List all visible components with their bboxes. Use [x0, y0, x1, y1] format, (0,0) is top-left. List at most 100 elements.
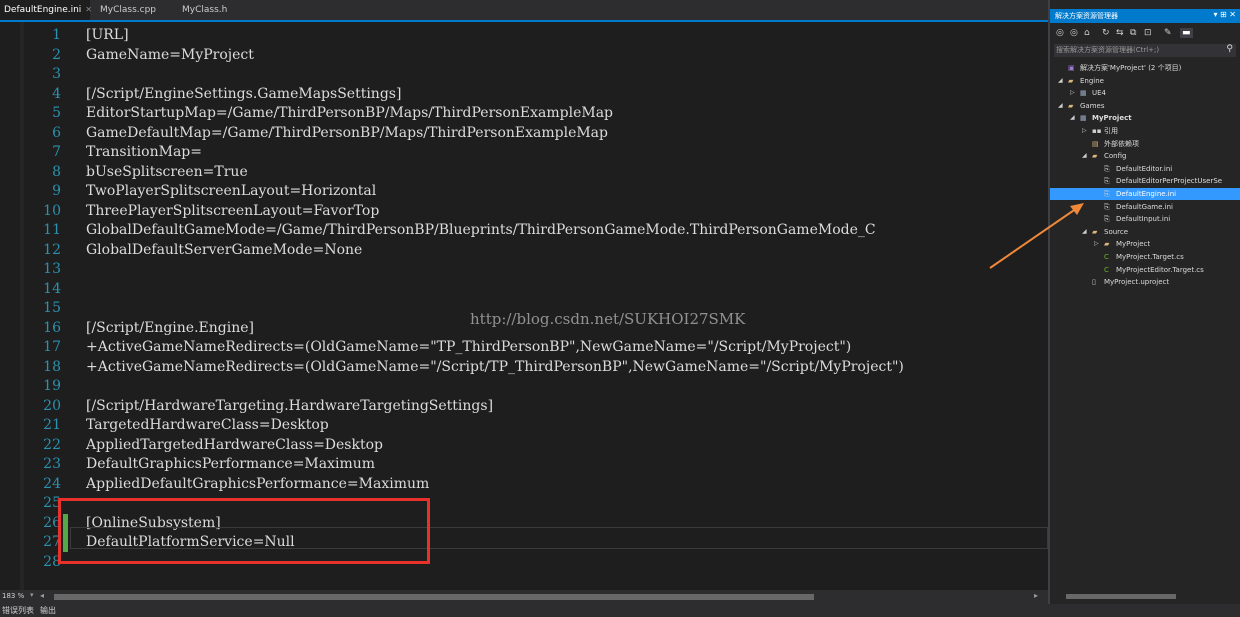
code-line[interactable]: 19	[0, 377, 1048, 396]
code-line[interactable]: 24 AppliedDefaultGraphicsPerformance=Maxi…	[0, 475, 1048, 494]
solution-search-input[interactable]: 搜索解决方案资源管理器(Ctrl+;) ⚲	[1054, 44, 1236, 57]
tree-item[interactable]: ◢ ▰ Engine	[1050, 75, 1240, 87]
collapse-icon[interactable]: ◢	[1058, 75, 1066, 87]
pin-icon[interactable]: ▬	[1180, 28, 1193, 38]
tab-error-list[interactable]: 错误列表	[2, 605, 34, 616]
code-line[interactable]: 17 +ActiveGameNameRedirects=(OldGameName=…	[0, 338, 1048, 357]
code-line[interactable]: 21 TargetedHardwareClass=Desktop	[0, 416, 1048, 435]
scroll-left-icon[interactable]: ◂	[40, 591, 44, 600]
code-line[interactable]: 20 [/Script/HardwareTargeting.HardwareTar…	[0, 397, 1048, 416]
line-number: 6	[52, 124, 61, 141]
tree-item[interactable]: ◢ ▰ Games	[1050, 100, 1240, 112]
code-line[interactable]: 5 EditorStartupMap=/Game/ThirdPersonBP/Ma…	[0, 104, 1048, 123]
tree-item-label: MyProjectEditor.Target.cs	[1116, 265, 1204, 274]
code-line[interactable]: 10 ThreePlayerSplitscreenLayout=FavorTop	[0, 202, 1048, 221]
collapse-icon[interactable]: ◢	[1082, 150, 1090, 162]
code-line[interactable]: 12 GlobalDefaultServerGameMode=None	[0, 241, 1048, 260]
line-number: 22	[43, 436, 61, 453]
zoom-dropdown-icon[interactable]: ▾	[30, 591, 34, 599]
tab-close-icon[interactable]: ✕	[85, 5, 92, 14]
code-line[interactable]: 28	[0, 553, 1048, 572]
line-text: GlobalDefaultServerGameMode=None	[86, 241, 363, 258]
tree-item-label: MyProject	[1092, 114, 1132, 123]
collapse-icon[interactable]: ◢	[1058, 100, 1066, 112]
code-line[interactable]: 11 GlobalDefaultGameMode=/Game/ThirdPerso…	[0, 221, 1048, 240]
code-line[interactable]: 25	[0, 494, 1048, 513]
tree-item[interactable]: ◢ ▰ Config	[1050, 150, 1240, 162]
code-line[interactable]: 22 AppliedTargetedHardwareClass=Desktop	[0, 436, 1048, 455]
tree-item[interactable]: ▷ ▪▪ 引用	[1050, 125, 1240, 137]
show-all-files-icon[interactable]: ⊡	[1144, 28, 1152, 38]
code-line[interactable]: 8 bUseSplitscreen=True	[0, 163, 1048, 182]
expand-icon[interactable]: ▷	[1082, 125, 1090, 137]
annotation-arrow-icon	[989, 203, 1084, 269]
solution-icon: ▣	[1068, 64, 1075, 72]
editor-horizontal-scrollbar[interactable]: 183 % ▾ ◂ ▸	[0, 590, 1048, 604]
tab-output[interactable]: 输出	[40, 605, 56, 616]
code-line[interactable]: 23 DefaultGraphicsPerformance=Maximum	[0, 455, 1048, 474]
code-line[interactable]: 14	[0, 280, 1048, 299]
back-icon[interactable]: ◎	[1056, 28, 1064, 38]
forward-icon[interactable]: ◎	[1070, 28, 1078, 38]
search-icon[interactable]: ⚲	[1226, 44, 1233, 54]
code-editor[interactable]: 1 [URL] 2 GameName=MyProject 3 4 [/Script/Engi…	[0, 22, 1048, 590]
line-text: TransitionMap=	[86, 144, 202, 160]
code-line[interactable]: 4 [/Script/EngineSettings.GameMapsSetting…	[0, 85, 1048, 104]
tree-item[interactable]: ▣ 解决方案'MyProject' (2 个项目)	[1050, 62, 1240, 74]
line-number: 27	[43, 534, 61, 550]
tree-item[interactable]: ⎘ DefaultEditorPerProjectUserSe	[1050, 175, 1240, 187]
tree-item[interactable]: ▷ ▦ UE4	[1050, 87, 1240, 99]
tree-item-label: Engine	[1080, 76, 1104, 85]
tree-item[interactable]: ▯ MyProject.uproject	[1050, 276, 1240, 288]
scrollbar-thumb[interactable]	[1066, 594, 1176, 599]
tree-item[interactable]: ◢ ▦ MyProject	[1050, 112, 1240, 124]
code-line[interactable]: 13	[0, 260, 1048, 279]
zoom-level[interactable]: 183 %	[2, 592, 24, 600]
line-number: 7	[52, 144, 61, 160]
tree-item-label: Source	[1104, 227, 1129, 236]
tree-item-label: DefaultInput.ini	[1116, 215, 1171, 224]
tab-default-engine-ini[interactable]: DefaultEngine.ini ✕	[0, 0, 92, 20]
line-number: 23	[43, 456, 61, 472]
solution-explorer-panel: 解决方案资源管理器 ▾ ⊞ ✕ ◎ ◎ ⌂ ↻ ⇆ ⧉ ⊡ ✎ ▬ 搜索解决方案…	[1048, 0, 1240, 604]
solution-explorer-title-bar: 解决方案资源管理器 ▾ ⊞ ✕	[1050, 9, 1240, 23]
line-number: 28	[43, 553, 61, 570]
sync-icon[interactable]: ⇆	[1116, 28, 1124, 38]
code-line[interactable]: 1 [URL]	[0, 26, 1048, 45]
line-number: 16	[43, 319, 61, 336]
tree-item[interactable]: ⎘ DefaultEditor.ini	[1050, 163, 1240, 175]
tab-label: MyClass.h	[182, 5, 228, 15]
home-icon[interactable]: ⌂	[1084, 28, 1090, 38]
pending-changes-icon[interactable]: ↻	[1102, 28, 1110, 38]
tree-item-label: MyProject.uproject	[1104, 278, 1170, 287]
code-line[interactable]: 7 TransitionMap=	[0, 143, 1048, 162]
scroll-right-icon[interactable]: ▸	[1034, 591, 1038, 600]
tab-myclass-h[interactable]: MyClass.h	[178, 0, 231, 20]
folder-icon: ▰	[1104, 240, 1110, 249]
properties-icon[interactable]: ✎	[1164, 28, 1172, 38]
tab-myclass-cpp[interactable]: MyClass.cpp	[96, 0, 160, 20]
code-line[interactable]: 9 TwoPlayerSplitscreenLayout=Horizontal	[0, 182, 1048, 201]
collapse-icon[interactable]: ◢	[1070, 112, 1078, 124]
code-line[interactable]: 3	[0, 65, 1048, 84]
tree-item-label: DefaultEditor.ini	[1116, 164, 1173, 173]
collapse-all-icon[interactable]: ⧉	[1130, 28, 1136, 38]
document-tab-bar: DefaultEngine.ini ✕ MyClass.cpp MyClass.h	[0, 0, 1048, 22]
line-number: 15	[43, 300, 61, 316]
scrollbar-thumb[interactable]	[54, 594, 814, 600]
code-line[interactable]: 6 GameDefaultMap=/Game/ThirdPersonBP/Maps…	[0, 124, 1048, 143]
tree-item-label: MyProject	[1116, 240, 1151, 249]
change-marker	[63, 533, 68, 552]
tree-horizontal-scrollbar[interactable]	[1054, 592, 1234, 600]
tree-item-label: DefaultGame.ini	[1116, 202, 1173, 211]
code-line[interactable]: 18 +ActiveGameNameRedirects=(OldGameName=…	[0, 358, 1048, 377]
line-text: TwoPlayerSplitscreenLayout=Horizontal	[86, 183, 377, 199]
tree-item[interactable]: ▤ 外部依赖项	[1050, 138, 1240, 150]
line-number: 4	[52, 85, 61, 102]
folder-icon: ▰	[1068, 76, 1074, 85]
line-number: 17	[43, 339, 61, 355]
code-line[interactable]: 2 GameName=MyProject	[0, 46, 1048, 65]
ini-file-icon: ⎘	[1104, 190, 1110, 198]
expand-icon[interactable]: ▷	[1070, 87, 1078, 99]
panel-window-buttons[interactable]: ▾ ⊞ ✕	[1213, 10, 1236, 19]
